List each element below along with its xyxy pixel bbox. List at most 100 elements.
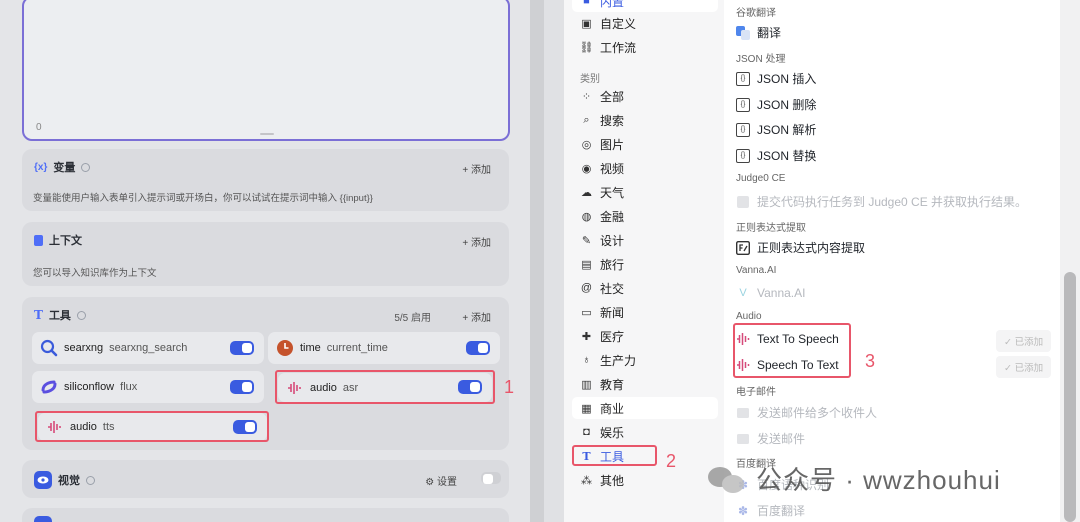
category-entertainment[interactable]: ◘ 娱乐 [572,421,718,443]
json-icon: {} [736,148,750,163]
at-icon: @ [580,282,593,294]
vision-toggle[interactable] [481,472,501,484]
tools-add-button[interactable]: + 添加 [462,309,491,324]
vanna-icon: V [739,287,747,299]
json-icon: {} [736,97,750,112]
travel-icon: ▤ [581,258,592,271]
category-design[interactable]: ✎ 设计 [572,229,718,251]
tool-sub: current_time [326,342,388,354]
vision-setting-label: 设置 [437,477,457,488]
sidebar-item-custom[interactable]: ▣ 自定义 [572,12,718,34]
group-email: 电子邮件 [736,387,776,398]
tool-row[interactable]: 翻译 [736,24,781,41]
highlight-box [35,411,269,442]
category-label: 旅行 [600,257,625,272]
tool-toggle[interactable] [230,380,254,394]
marker-3: 3 [865,351,876,371]
tool-row[interactable]: {} JSON 替换 [736,147,816,164]
category-search[interactable]: ⌕ 搜索 [572,109,718,131]
tool-name: time [300,342,321,354]
category-weather[interactable]: ☁ 天气 [572,181,718,203]
bulb-icon: ♁ [582,354,591,366]
prompt-editor[interactable]: 0 [22,0,510,141]
marker-2: 2 [666,451,677,471]
category-label: 新闻 [600,305,625,320]
tool-row-label: 百度翻译 [757,504,806,518]
tool-row[interactable]: {} JSON 解析 [736,121,816,138]
regex-icon [736,240,750,255]
category-social[interactable]: @ 社交 [572,277,718,299]
finance-icon: ◍ [581,210,592,223]
group-google: 谷歌翻译 [736,8,776,19]
category-video[interactable]: ◉ 视频 [572,157,718,179]
category-productivity[interactable]: ♁ 生产力 [572,349,718,371]
variables-add-button[interactable]: + 添加 [462,161,491,176]
watermark: 公众号 · wwzhouhui [708,460,1001,497]
sidebar-label: 工作流 [600,40,637,55]
sidebar-label: 内置 [600,0,625,9]
sidebar-item-builtin[interactable]: ■ 内置 [572,0,718,12]
category-label: 天气 [600,185,625,200]
tool-sub: searxng_search [109,342,188,354]
tool-item-time[interactable]: time current_time [268,332,500,364]
category-news[interactable]: ▭ 新闻 [572,301,718,323]
tool-row[interactable]: 正则表达式内容提取 [736,239,865,256]
video-icon: ◉ [581,162,592,175]
baidu-icon: ✽ [737,503,749,518]
left-scrollbar[interactable] [530,0,544,522]
tool-row[interactable]: {} JSON 插入 [736,70,816,87]
help-icon[interactable] [81,162,91,172]
tool-row[interactable]: V Vanna.AI [736,286,805,300]
help-icon[interactable] [76,310,86,320]
siliconflow-icon [40,378,58,396]
weather-icon: ☁ [581,186,592,199]
tool-row[interactable]: 发送邮件给多个收件人 [736,404,877,421]
news-icon: ▭ [581,306,592,319]
tool-row-label: JSON 插入 [757,72,817,86]
category-travel[interactable]: ▤ 旅行 [572,253,718,275]
variables-title: 变量 [53,162,76,174]
context-add-button[interactable]: + 添加 [462,234,491,249]
tool-row[interactable]: {} JSON 删除 [736,96,816,113]
image-icon: ◎ [581,138,592,151]
category-education[interactable]: ▥ 教育 [572,373,718,395]
category-image[interactable]: ◎ 图片 [572,133,718,155]
tool-row[interactable]: 提交代码执行任务到 Judge0 CE 并获取执行结果。 [736,193,1027,210]
category-business[interactable]: ▦ 商业 [572,397,718,419]
help-icon[interactable] [86,475,95,485]
tool-item-searxng[interactable]: searxng searxng_search [32,332,264,364]
highlight-box [572,445,657,466]
tool-name: searxng [64,342,104,354]
tool-toggle[interactable] [230,341,254,355]
clock-icon [276,339,294,357]
category-label: 金融 [600,209,625,224]
category-finance[interactable]: ◍ 金融 [572,205,718,227]
tools-title: 工具 [48,310,71,322]
tool-row-label: 发送邮件给多个收件人 [757,406,878,420]
tool-toggle[interactable] [466,341,490,355]
resize-handle[interactable] [260,133,274,135]
gamepad-icon: ◘ [583,426,590,438]
design-icon: ✎ [581,234,592,247]
category-label: 教育 [600,377,625,392]
char-count: 0 [36,122,42,133]
tool-row[interactable]: 发送邮件 [736,430,805,447]
category-other[interactable]: ⁂ 其他 [572,469,718,491]
scrollbar-thumb[interactable] [1064,272,1076,522]
vision-setting[interactable]: ⚙ 设置 [425,473,457,488]
medical-icon: ✚ [581,330,592,343]
category-all[interactable]: ⁘ 全部 [572,85,718,107]
tool-row-label: JSON 删除 [757,98,817,112]
tool-item-siliconflow[interactable]: siliconflow flux [32,371,264,403]
tool-row[interactable]: ✽ 百度翻译 [736,502,805,519]
group-audio: Audio [736,311,762,322]
category-medical[interactable]: ✚ 医疗 [572,325,718,347]
sidebar-item-workflow[interactable]: ⛓ 工作流 [572,36,718,58]
tool-name: siliconflow [64,381,115,393]
json-icon: {} [736,122,750,137]
category-label: 全部 [600,89,625,104]
tool-row-label: 提交代码执行任务到 Judge0 CE 并获取执行结果。 [757,195,1028,209]
tool-sub: flux [120,381,138,393]
json-icon: {} [736,71,750,86]
content-scrollbar[interactable] [1060,0,1080,522]
